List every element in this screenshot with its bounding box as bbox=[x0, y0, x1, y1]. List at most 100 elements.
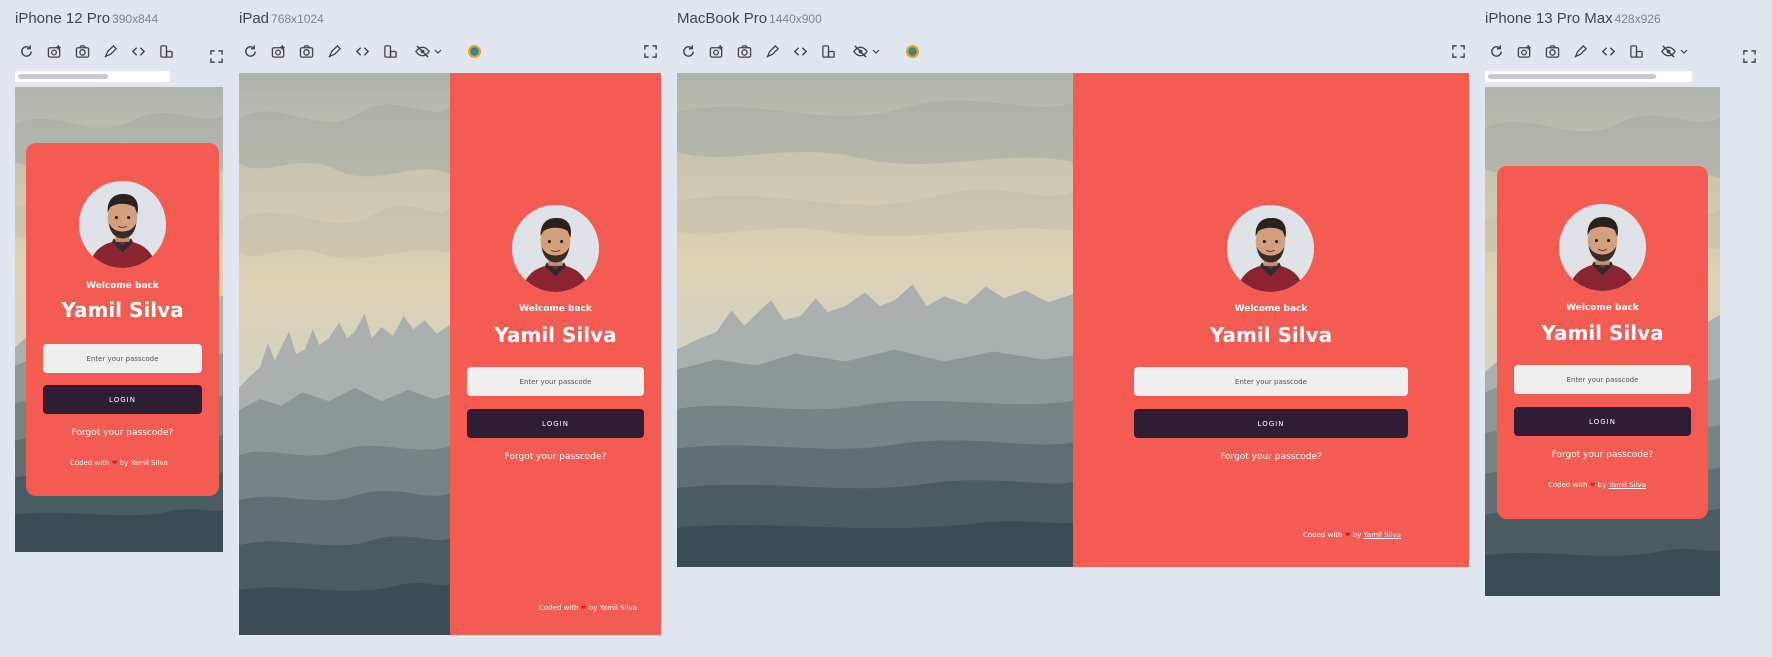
login-panel: Welcome back Yamil Silva LOGIN Forgot yo… bbox=[1073, 73, 1469, 567]
device-size: 390x844 bbox=[112, 12, 159, 26]
background-landscape bbox=[239, 73, 450, 635]
device-name: MacBook Pro bbox=[677, 10, 768, 27]
device-title: MacBook Pro 1440x900 bbox=[677, 10, 822, 28]
avatar bbox=[1559, 204, 1646, 291]
pen-icon[interactable] bbox=[325, 42, 343, 60]
hide-icon[interactable] bbox=[413, 42, 431, 60]
passcode-input[interactable] bbox=[1514, 365, 1691, 394]
device-title: iPhone 13 Pro Max 428x926 bbox=[1485, 10, 1661, 28]
heart-icon: ❤ bbox=[111, 459, 118, 467]
forgot-passcode-link[interactable]: Forgot your passcode? bbox=[1073, 452, 1469, 462]
avatar bbox=[512, 205, 599, 292]
fullscreen-icon[interactable] bbox=[1449, 42, 1467, 60]
code-icon[interactable] bbox=[791, 42, 809, 60]
login-button[interactable]: LOGIN bbox=[43, 385, 202, 414]
author-name: Yamil Silva bbox=[130, 459, 168, 467]
forgot-passcode-link[interactable]: Forgot your passcode? bbox=[1497, 450, 1708, 460]
author-link[interactable]: Yamil Silva bbox=[1364, 531, 1401, 539]
login-button[interactable]: LOGIN bbox=[1514, 407, 1691, 436]
device-screen: Welcome back Yamil Silva LOGIN Forgot yo… bbox=[1485, 87, 1720, 596]
forgot-passcode-link[interactable]: Forgot your passcode? bbox=[26, 428, 219, 438]
rotate-icon[interactable] bbox=[381, 42, 399, 60]
device-title: iPhone 12 Pro 390x844 bbox=[15, 10, 158, 28]
forgot-passcode-link[interactable]: Forgot your passcode? bbox=[450, 452, 661, 462]
camera-icon[interactable] bbox=[1543, 42, 1561, 60]
login-panel: Welcome back Yamil Silva LOGIN Forgot yo… bbox=[450, 73, 661, 635]
device-screen: Welcome back Yamil Silva LOGIN Forgot yo… bbox=[677, 73, 1469, 567]
heart-icon: ❤ bbox=[1344, 531, 1351, 539]
code-icon[interactable] bbox=[353, 42, 371, 60]
heart-icon: ❤ bbox=[1589, 481, 1596, 489]
refresh-icon[interactable] bbox=[241, 42, 259, 60]
device-size: 768x1024 bbox=[271, 12, 324, 26]
rotate-icon[interactable] bbox=[1627, 42, 1645, 60]
passcode-input[interactable] bbox=[43, 344, 202, 373]
heart-icon: ❤ bbox=[580, 604, 587, 612]
scrollbar-thumb[interactable] bbox=[1488, 74, 1656, 79]
browser-icon[interactable] bbox=[465, 42, 483, 60]
login-card: Welcome back Yamil Silva LOGIN Forgot yo… bbox=[26, 143, 219, 496]
welcome-text: Welcome back bbox=[519, 304, 592, 314]
credits-prefix: Coded with bbox=[70, 459, 110, 467]
user-name: Yamil Silva bbox=[494, 323, 617, 347]
refresh-icon[interactable] bbox=[17, 42, 35, 60]
device-screen: Welcome back Yamil Silva LOGIN Forgot yo… bbox=[239, 73, 661, 635]
credits-by: by bbox=[588, 604, 598, 612]
fullscreen-icon[interactable] bbox=[1740, 47, 1758, 65]
screenshot-icon[interactable] bbox=[707, 42, 725, 60]
pen-icon[interactable] bbox=[763, 42, 781, 60]
device-size: 428x926 bbox=[1614, 12, 1661, 26]
login-card: Welcome back Yamil Silva LOGIN Forgot yo… bbox=[1497, 166, 1708, 519]
fullscreen-icon[interactable] bbox=[207, 47, 225, 65]
rotate-icon[interactable] bbox=[157, 42, 175, 60]
credits-by: by bbox=[1597, 481, 1607, 489]
device-name: iPad bbox=[239, 10, 270, 27]
chevron-down-icon[interactable] bbox=[1678, 42, 1690, 60]
user-name: Yamil Silva bbox=[1541, 321, 1664, 345]
credits: Coded with ❤ by Yamil Silva bbox=[539, 604, 637, 612]
chevron-down-icon[interactable] bbox=[432, 42, 444, 60]
camera-icon[interactable] bbox=[73, 42, 91, 60]
passcode-input[interactable] bbox=[467, 367, 644, 396]
welcome-text: Welcome back bbox=[1234, 304, 1308, 314]
horizontal-scrollbar[interactable] bbox=[15, 71, 170, 82]
credits-prefix: Coded with bbox=[1548, 481, 1588, 489]
login-button[interactable]: LOGIN bbox=[1134, 409, 1408, 438]
hide-icon[interactable] bbox=[1659, 42, 1677, 60]
credits-by: by bbox=[1352, 531, 1362, 539]
device-screen: Welcome back Yamil Silva LOGIN Forgot yo… bbox=[15, 87, 223, 552]
login-button[interactable]: LOGIN bbox=[467, 409, 644, 438]
scrollbar-thumb[interactable] bbox=[18, 74, 108, 79]
code-icon[interactable] bbox=[129, 42, 147, 60]
rotate-icon[interactable] bbox=[819, 42, 837, 60]
credits: Coded with ❤ by Yamil Silva bbox=[1548, 481, 1646, 489]
hide-icon[interactable] bbox=[851, 42, 869, 60]
code-icon[interactable] bbox=[1599, 42, 1617, 60]
background-landscape bbox=[677, 73, 1073, 567]
device-name: iPhone 13 Pro Max bbox=[1485, 10, 1613, 27]
device-title: iPad 768x1024 bbox=[239, 10, 324, 28]
user-name: Yamil Silva bbox=[1209, 323, 1333, 347]
author-name: Yamil Silva bbox=[599, 604, 637, 612]
screenshot-icon[interactable] bbox=[1515, 42, 1533, 60]
pen-icon[interactable] bbox=[101, 42, 119, 60]
refresh-icon[interactable] bbox=[679, 42, 697, 60]
passcode-input[interactable] bbox=[1134, 367, 1408, 396]
horizontal-scrollbar[interactable] bbox=[1485, 71, 1692, 82]
credits: Coded with ❤ by Yamil Silva bbox=[70, 459, 168, 467]
author-link[interactable]: Yamil Silva bbox=[1609, 481, 1646, 489]
refresh-icon[interactable] bbox=[1487, 42, 1505, 60]
browser-icon[interactable] bbox=[903, 42, 921, 60]
user-name: Yamil Silva bbox=[61, 298, 184, 322]
device-size: 1440x900 bbox=[769, 12, 822, 26]
avatar bbox=[1227, 205, 1314, 292]
pen-icon[interactable] bbox=[1571, 42, 1589, 60]
chevron-down-icon[interactable] bbox=[870, 42, 882, 60]
camera-icon[interactable] bbox=[297, 42, 315, 60]
camera-icon[interactable] bbox=[735, 42, 753, 60]
welcome-text: Welcome back bbox=[86, 281, 159, 291]
screenshot-icon[interactable] bbox=[269, 42, 287, 60]
screenshot-icon[interactable] bbox=[45, 42, 63, 60]
device-name: iPhone 12 Pro bbox=[15, 10, 111, 27]
fullscreen-icon[interactable] bbox=[641, 42, 659, 60]
